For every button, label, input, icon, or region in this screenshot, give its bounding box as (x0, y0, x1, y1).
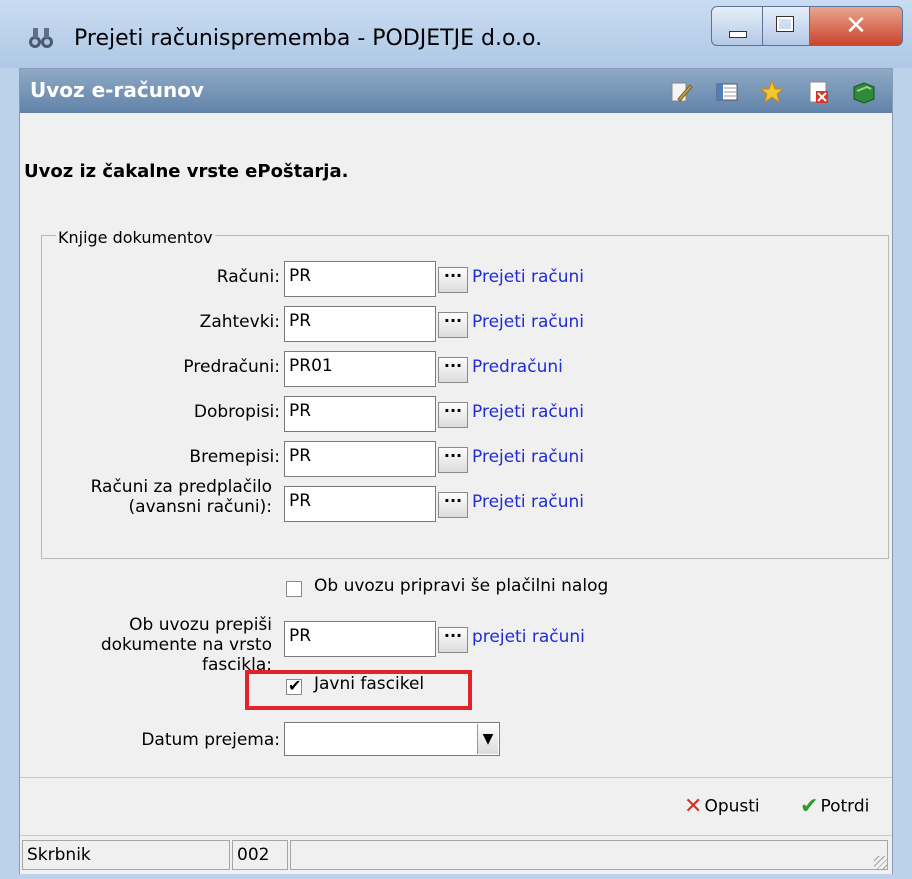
status-user: Skrbnik (22, 840, 230, 870)
cancel-button[interactable]: ✕ Opusti (684, 794, 760, 819)
cancel-x-icon: ✕ (684, 794, 703, 819)
star-icon[interactable] (759, 79, 785, 105)
close-button[interactable]: ✕ (809, 6, 903, 46)
highlight-box (245, 670, 472, 710)
debit-notes-book-field[interactable]: PR (284, 441, 436, 477)
books-group-legend: Knjige dokumentov (56, 228, 215, 247)
requests-book-field[interactable]: PR (284, 306, 436, 342)
requests-browse-button[interactable]: ··· (438, 312, 468, 338)
minimize-button[interactable] (711, 6, 763, 46)
prepayment-invoices-label: Računi za predplačilo (avansni računi): (90, 477, 272, 517)
invoices-book-field[interactable]: PR (284, 261, 436, 297)
columns-icon[interactable] (714, 79, 740, 105)
status-code: 002 (232, 840, 288, 870)
payment-order-checkbox[interactable] (286, 581, 302, 597)
maximize-icon (776, 16, 794, 32)
confirm-button[interactable]: ✔ Potrdi (800, 794, 869, 819)
cancel-button-label: Opusti (704, 796, 760, 817)
chevron-down-icon[interactable]: ▼ (477, 724, 498, 754)
prepayment-book-link[interactable]: Prejeti računi (472, 492, 584, 512)
binoculars-icon (29, 28, 53, 48)
header-bar: Uvoz e-računov (20, 69, 892, 113)
checkmark-confirm-icon: ✔ (800, 794, 819, 819)
debit-notes-label: Bremepisi: (189, 447, 280, 467)
folder-type-label: Ob uvozu prepiši dokumente na vrsto fasc… (100, 615, 272, 675)
header-title: Uvoz e-računov (30, 78, 204, 102)
button-bar: ✕ Opusti ✔ Potrdi (20, 777, 892, 836)
title-bar[interactable]: Prejeti računisprememba - PODJETJE d.o.o… (0, 0, 912, 68)
status-bar: Skrbnik 002 (20, 835, 892, 874)
prepayment-book-field[interactable]: PR (284, 486, 436, 522)
delete-doc-icon[interactable] (805, 79, 831, 105)
book-icon[interactable] (851, 79, 877, 105)
confirm-button-label: Potrdi (820, 796, 870, 817)
invoices-label: Računi: (216, 267, 280, 287)
credit-notes-book-link[interactable]: Prejeti računi (472, 402, 584, 422)
close-icon: ✕ (845, 11, 867, 41)
proforma-book-link[interactable]: Predračuni (472, 357, 563, 377)
folder-type-field[interactable]: PR (284, 621, 436, 657)
maximize-button[interactable] (762, 6, 810, 46)
requests-label: Zahtevki: (199, 312, 280, 332)
invoices-browse-button[interactable]: ··· (438, 267, 468, 293)
prepayment-browse-button[interactable]: ··· (438, 492, 468, 518)
dialog-client: Uvoz e-računov Uvoz iz čakalne vrste ePo… (19, 68, 893, 874)
intro-text: Uvoz iz čakalne vrste ePoštarja. (24, 161, 349, 182)
app-window: Prejeti računisprememba - PODJETJE d.o.o… (0, 0, 912, 879)
minimize-icon (729, 31, 747, 38)
proforma-book-field[interactable]: PR01 (284, 351, 436, 387)
folder-type-link[interactable]: prejeti računi (472, 627, 585, 647)
resize-grip-icon[interactable] (874, 856, 888, 870)
status-message (290, 840, 888, 870)
proforma-label: Predračuni: (183, 357, 280, 377)
credit-notes-browse-button[interactable]: ··· (438, 402, 468, 428)
debit-notes-browse-button[interactable]: ··· (438, 447, 468, 473)
credit-notes-label: Dobropisi: (193, 402, 280, 422)
invoices-book-link[interactable]: Prejeti računi (472, 267, 584, 287)
receipt-date-combobox[interactable]: ▼ (284, 722, 500, 756)
requests-book-link[interactable]: Prejeti računi (472, 312, 584, 332)
receipt-date-label: Datum prejema: (141, 730, 280, 750)
credit-notes-book-field[interactable]: PR (284, 396, 436, 432)
window-title: Prejeti računisprememba - PODJETJE d.o.o… (74, 26, 543, 51)
debit-notes-book-link[interactable]: Prejeti računi (472, 447, 584, 467)
payment-order-label: Ob uvozu pripravi še plačilni nalog (314, 576, 609, 596)
folder-browse-button[interactable]: ··· (438, 627, 468, 653)
proforma-browse-button[interactable]: ··· (438, 357, 468, 383)
edit-icon[interactable] (668, 79, 694, 105)
